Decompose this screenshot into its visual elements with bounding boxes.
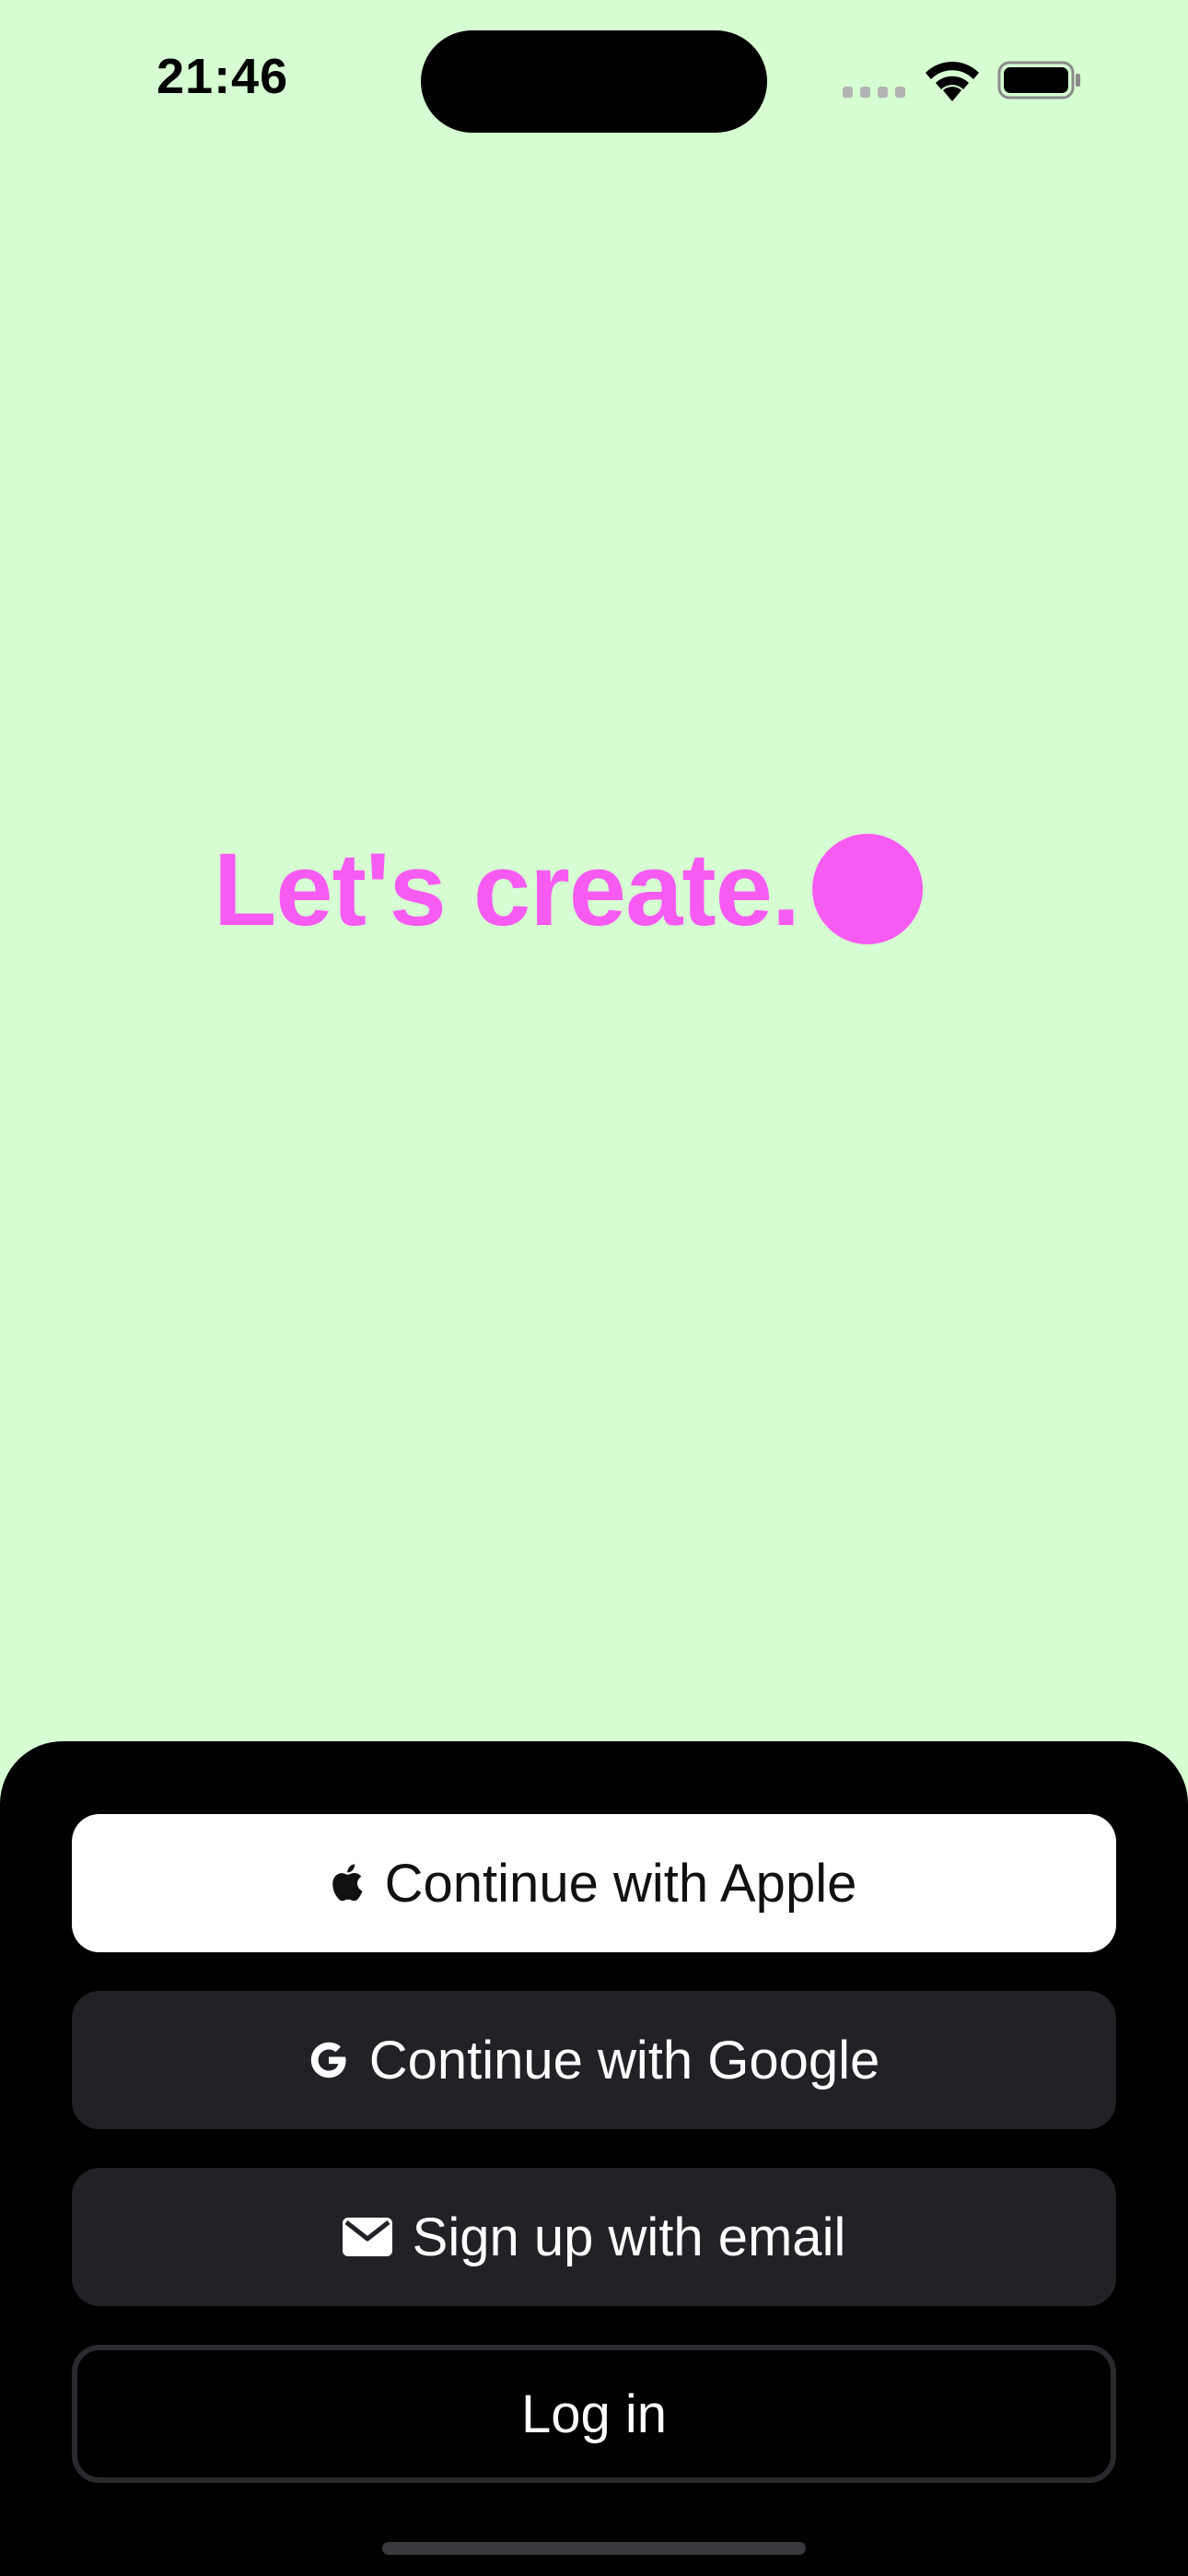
- battery-icon: [997, 61, 1080, 100]
- headline-dot: [812, 834, 924, 944]
- sign-up-with-email-button[interactable]: Sign up with email: [72, 2168, 1116, 2306]
- continue-with-apple-button[interactable]: Continue with Apple: [72, 1814, 1116, 1952]
- mail-icon: [342, 2218, 392, 2256]
- auth-sheet: Continue with Apple Continue with Google…: [0, 1741, 1188, 2576]
- sign-up-with-email-label: Sign up with email: [412, 2207, 846, 2267]
- log-in-button[interactable]: Log in: [72, 2345, 1116, 2483]
- continue-with-google-label: Continue with Google: [368, 2030, 880, 2090]
- home-indicator: [382, 2542, 806, 2555]
- continue-with-google-button[interactable]: Continue with Google: [72, 1991, 1116, 2129]
- dynamic-island: [421, 30, 767, 133]
- headline-text: Let's create.: [213, 831, 800, 947]
- apple-icon: [332, 1864, 365, 1903]
- cellular-signal-icon: [843, 87, 905, 98]
- google-icon: [309, 2040, 349, 2080]
- continue-with-apple-label: Continue with Apple: [384, 1853, 857, 1914]
- welcome-screen: 21:46 Let's create. Continue with Apple: [0, 0, 1188, 2576]
- headline: Let's create.: [0, 832, 1188, 947]
- wifi-icon: [926, 61, 979, 101]
- status-time: 21:46: [157, 49, 289, 104]
- log-in-label: Log in: [520, 2383, 668, 2444]
